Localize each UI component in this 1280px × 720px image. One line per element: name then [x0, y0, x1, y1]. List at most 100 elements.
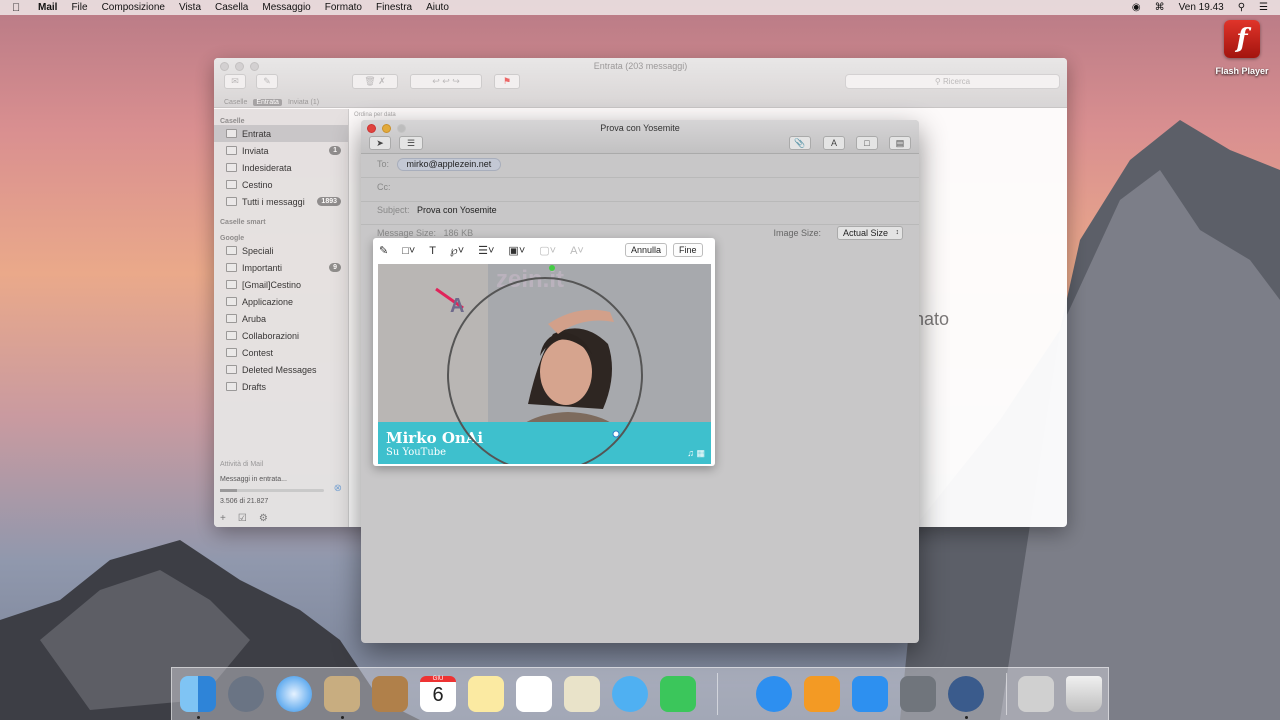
fill-color-icon[interactable]: ▢˅	[539, 244, 556, 257]
to-recipient-chip[interactable]: mirko@applezein.net	[396, 158, 502, 171]
header-fields-icon[interactable]: ☰	[399, 136, 423, 150]
menu-file[interactable]: File	[71, 2, 87, 13]
subject-field[interactable]: Subject: Prova con Yosemite	[361, 205, 919, 225]
cc-field[interactable]: Cc:	[361, 182, 919, 202]
mailbox-label: Indesiderata	[242, 162, 292, 173]
favorite-entrata[interactable]: Entrata	[253, 98, 282, 106]
google-mailbox-label: Speciali	[242, 245, 274, 256]
quicktime-icon[interactable]	[948, 676, 984, 712]
google-mailbox-item[interactable]: Collaborazioni	[214, 327, 348, 344]
mailbox-item[interactable]: Indesiderata	[214, 159, 348, 176]
itunes-icon[interactable]	[756, 676, 792, 712]
facetime-icon[interactable]	[660, 676, 696, 712]
sketch-tool-icon[interactable]: ✎	[379, 244, 388, 257]
folder-icon	[226, 246, 237, 255]
google-mailbox-item[interactable]: [Gmail]Cestino	[214, 276, 348, 293]
google-mailbox-item[interactable]: Aruba	[214, 310, 348, 327]
search-input[interactable]: ⚲ Ricerca	[845, 74, 1060, 89]
spotlight-icon[interactable]: ⚲	[1238, 2, 1245, 13]
loupe-circle[interactable]	[447, 277, 643, 464]
google-mailbox-item[interactable]: Applicazione	[214, 293, 348, 310]
folder-icon	[226, 263, 237, 272]
favorite-caselle[interactable]: Caselle	[224, 99, 247, 106]
shapes-tool-icon[interactable]: □˅	[402, 245, 415, 257]
maps-icon[interactable]	[564, 676, 600, 712]
safari-icon[interactable]	[276, 676, 312, 712]
loupe-handle[interactable]	[612, 430, 620, 438]
image-size-select[interactable]: Actual Size ↕	[836, 226, 903, 240]
add-mailbox-icon[interactable]: +	[220, 513, 226, 524]
stationery-icon[interactable]: ▤	[889, 136, 911, 150]
trash-icon[interactable]	[1066, 676, 1102, 712]
reply-forward-buttons[interactable]: ↩ ↩ ↪	[410, 74, 482, 89]
format-text-icon[interactable]: A	[823, 136, 845, 150]
menu-composizione[interactable]: Composizione	[102, 2, 165, 13]
cancel-button[interactable]: Annulla	[625, 243, 668, 257]
delete-junk-buttons[interactable]: 🗑 ✗	[352, 74, 398, 89]
done-button[interactable]: Fine	[673, 243, 703, 257]
activity-cancel-icon[interactable]: ⊗	[334, 483, 342, 494]
flag-button[interactable]: ⚑	[494, 74, 520, 89]
favorite-inviata[interactable]: Inviata (1)	[288, 99, 319, 106]
menu-casella[interactable]: Casella	[215, 2, 248, 13]
flash-player-desktop-item[interactable]: f Flash Player	[1212, 20, 1272, 76]
signature-tool-icon[interactable]: ℘˅	[450, 244, 464, 257]
menu-messaggio[interactable]: Messaggio	[262, 2, 310, 13]
border-color-icon[interactable]: ▣˅	[508, 244, 525, 257]
google-mailbox-item[interactable]: Drafts	[214, 378, 348, 395]
record-icon[interactable]: ◉	[1132, 2, 1141, 13]
menu-formato[interactable]: Formato	[325, 2, 362, 13]
line-style-icon[interactable]: ☰˅	[478, 244, 494, 257]
folder-icon	[226, 348, 237, 357]
messages-icon[interactable]	[612, 676, 648, 712]
reminders-icon[interactable]	[516, 676, 552, 712]
google-mailbox-item[interactable]: Speciali	[214, 242, 348, 259]
google-mailbox-item[interactable]: Importanti 9	[214, 259, 348, 276]
to-field[interactable]: To: mirko@applezein.net	[361, 158, 919, 178]
system-preferences-icon[interactable]	[900, 676, 936, 712]
mail-icon[interactable]	[324, 676, 360, 712]
photo-browser-icon[interactable]: □	[856, 136, 878, 150]
text-style-icon[interactable]: A˅	[570, 245, 584, 257]
notification-center-icon[interactable]: ☰	[1259, 2, 1268, 13]
menu-finestra[interactable]: Finestra	[376, 2, 412, 13]
gear-icon[interactable]: ⚙	[259, 513, 268, 524]
wifi-icon[interactable]: ⌘	[1155, 2, 1165, 13]
folder-icon	[226, 331, 237, 340]
sort-by-date[interactable]: Ordina per data	[354, 112, 396, 118]
menu-mail[interactable]: Mail	[38, 2, 57, 13]
text-tool[interactable]: T	[429, 245, 436, 257]
search-placeholder: Ricerca	[942, 77, 971, 86]
archive-icon[interactable]: ☑	[238, 513, 247, 524]
mailbox-icon	[226, 146, 237, 155]
text-annotation[interactable]: A	[450, 295, 464, 317]
mailbox-icon	[226, 180, 237, 189]
clock[interactable]: Ven 19.43	[1179, 2, 1224, 13]
launchpad-icon[interactable]	[228, 676, 264, 712]
app-store-icon[interactable]	[852, 676, 888, 712]
mailbox-item[interactable]: Inviata 1	[214, 142, 348, 159]
send-icon[interactable]: ➤	[369, 136, 391, 150]
mailbox-item[interactable]: Tutti i messaggi 1893	[214, 193, 348, 210]
google-mailbox-item[interactable]: Deleted Messages	[214, 361, 348, 378]
mailbox-item[interactable]: Cestino	[214, 176, 348, 193]
unread-badge: 1	[329, 146, 341, 155]
notes-icon[interactable]	[468, 676, 504, 712]
image-attachment[interactable]: zein.it Mirko OnAi Su YouTube ♫ ▦ A	[378, 264, 711, 464]
menu-vista[interactable]: Vista	[179, 2, 201, 13]
calendar-icon[interactable]: GIU 6	[420, 676, 456, 712]
google-mailbox-item[interactable]: Contest	[214, 344, 348, 361]
mailbox-icon	[226, 197, 237, 206]
mailbox-item[interactable]: Entrata	[214, 125, 348, 142]
loupe-zoom-handle[interactable]	[549, 265, 555, 271]
apple-menu-icon[interactable]: 	[12, 2, 28, 14]
menu-aiuto[interactable]: Aiuto	[426, 2, 449, 13]
attach-icon[interactable]: 📎	[789, 136, 811, 150]
mailbox-label: Tutti i messaggi	[242, 196, 305, 207]
finder-icon[interactable]	[180, 676, 216, 712]
downloads-stack-icon[interactable]	[1018, 676, 1054, 712]
ibooks-icon[interactable]	[804, 676, 840, 712]
get-mail-button[interactable]: ✉	[224, 74, 246, 89]
compose-button[interactable]: ✎	[256, 74, 278, 89]
contacts-icon[interactable]	[372, 676, 408, 712]
